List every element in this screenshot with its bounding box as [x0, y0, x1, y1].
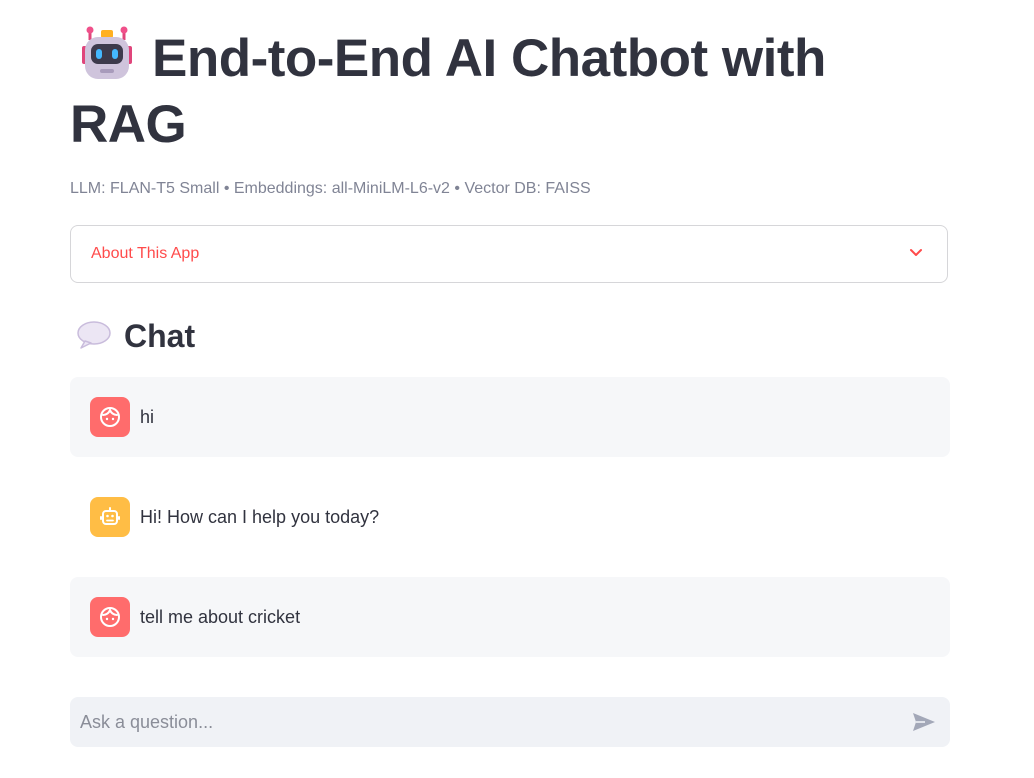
assistant-avatar — [90, 497, 130, 537]
chat-message-text: hi — [140, 407, 155, 427]
page-title: End-to-End AI Chatbot with RAG — [70, 24, 930, 158]
chevron-down-icon — [909, 246, 923, 260]
about-expander[interactable]: About This App — [70, 225, 948, 283]
about-expander-label: About This App — [91, 245, 200, 262]
page-title-text: End-to-End AI Chatbot with RAG — [70, 29, 826, 154]
page-subtitle: LLM: FLAN-T5 Small • Embeddings: all-Min… — [70, 180, 591, 197]
chat-heading-text: Chat — [124, 318, 196, 354]
send-icon — [913, 713, 935, 731]
robot-icon — [76, 24, 138, 84]
chat-heading: Chat — [76, 314, 195, 358]
chat-input[interactable] — [70, 697, 900, 747]
chat-message-user: hi — [70, 377, 950, 457]
chat-message-user: tell me about cricket — [70, 577, 950, 657]
app-page: End-to-End AI Chatbot with RAG LLM: FLAN… — [0, 0, 1034, 778]
chat-message-text: tell me about cricket — [140, 607, 301, 627]
user-avatar — [90, 397, 130, 437]
send-button[interactable] — [910, 708, 938, 736]
user-face-icon — [100, 406, 120, 427]
chat-input-container — [70, 697, 950, 747]
chat-message-assistant: Hi! How can I help you today? — [70, 477, 950, 557]
speech-bubble-icon — [76, 318, 112, 350]
user-avatar — [90, 597, 130, 637]
chat-message-text: Hi! How can I help you today? — [140, 507, 380, 527]
user-face-icon — [100, 606, 120, 627]
assistant-robot-icon — [100, 507, 120, 525]
